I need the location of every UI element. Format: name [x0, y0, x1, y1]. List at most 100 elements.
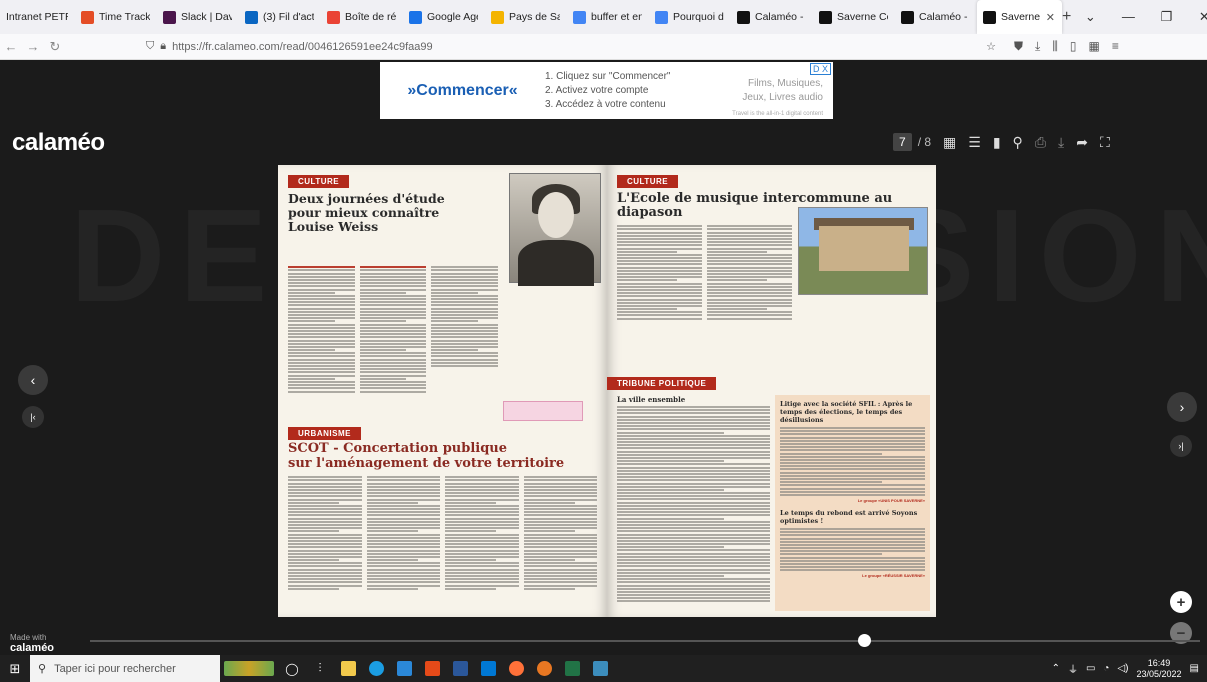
chevron-up-icon[interactable]: ⌃ — [1052, 663, 1060, 674]
grid-view-icon[interactable]: ▦ — [943, 134, 956, 151]
browser-tab[interactable]: Saverne Coul ✕ — [977, 0, 1062, 34]
address-bar[interactable]: ⛉ 🔒︎ https://fr.calameo.com/read/0046126… — [146, 36, 996, 58]
clock-date: 23/05/2022 — [1136, 668, 1182, 679]
share-icon[interactable]: ➦ — [1076, 134, 1088, 151]
store-icon[interactable] — [390, 655, 418, 682]
new-tab-button[interactable]: + — [1062, 8, 1071, 26]
next-page-button[interactable]: › — [1167, 392, 1197, 422]
office-icon[interactable] — [418, 655, 446, 682]
wifi-icon[interactable]: ◔ — [1103, 663, 1109, 674]
fullscreen-icon[interactable]: ⛶ — [1100, 134, 1110, 151]
browser-tab[interactable]: Slack | David R. — [157, 0, 239, 34]
browser-tab[interactable]: Calaméo - Saver — [895, 0, 977, 34]
browser-tab[interactable]: Boîte de réceptio — [321, 0, 403, 34]
network-icon[interactable]: ⏚ — [1068, 661, 1078, 676]
volume-icon[interactable]: ◁) — [1117, 663, 1128, 674]
made-with-badge[interactable]: Made with calaméo — [10, 633, 54, 654]
reload-button[interactable]: ↻ — [44, 39, 66, 55]
text-line — [617, 552, 770, 555]
text-line — [288, 317, 355, 320]
text-line — [523, 530, 575, 533]
browser-tab[interactable]: Intranet PETR — [0, 0, 75, 34]
taskbar-search-input[interactable]: ⚲ Taper ici pour rechercher — [30, 655, 220, 682]
text-line — [288, 485, 362, 488]
text-line — [617, 444, 770, 447]
browser-tab[interactable]: buffer et envelop — [567, 0, 649, 34]
text-line — [617, 298, 702, 301]
text-line — [445, 514, 519, 517]
text-line — [445, 501, 497, 504]
viewer-toolbar: 7 / 8 ▦ ☰ ▮ ⚲ ⎙ ⤓ ➦ ⛶ — [893, 128, 1110, 156]
windows-start-icon[interactable]: ⊞ — [0, 661, 30, 677]
browser-tab[interactable]: Pays de Saverne — [485, 0, 567, 34]
text-line — [359, 317, 427, 320]
print-icon[interactable]: ⎙ — [1035, 134, 1046, 151]
text-line — [780, 439, 925, 442]
browser-tab[interactable]: (3) Fil d'actualité — [239, 0, 321, 34]
text-line — [288, 329, 355, 332]
browser-tab[interactable]: Pourquoi diltatic — [649, 0, 731, 34]
chevron-down-icon[interactable]: ⌄ — [1071, 9, 1109, 25]
photos-icon[interactable] — [586, 655, 614, 682]
widgets-icon[interactable]: ⫶ — [306, 655, 334, 682]
pink-note — [503, 401, 583, 421]
text-line — [445, 517, 519, 520]
text-line — [617, 311, 702, 314]
minimize-button[interactable]: — — [1109, 9, 1147, 25]
sidebar-icon[interactable]: ▯ — [1070, 39, 1077, 54]
file-explorer-icon[interactable] — [334, 655, 362, 682]
browser-tab[interactable]: Time Tracker - Ti — [75, 0, 157, 34]
back-button[interactable]: ← — [0, 39, 22, 54]
maximize-button[interactable]: ❐ — [1147, 9, 1185, 25]
app-icon[interactable] — [530, 655, 558, 682]
text-line — [288, 358, 355, 361]
download-icon[interactable]: ⤓ — [1035, 39, 1040, 54]
page-number-input[interactable]: 7 — [893, 133, 912, 151]
close-window-button[interactable]: ✕ — [1185, 9, 1207, 25]
notification-icon[interactable]: ▤ — [1190, 663, 1199, 674]
battery-icon[interactable]: ▭ — [1086, 663, 1095, 674]
forward-button[interactable]: → — [22, 39, 44, 54]
outlook-icon[interactable] — [474, 655, 502, 682]
menu-icon[interactable]: ≡ — [1112, 39, 1119, 54]
text-line — [780, 442, 925, 445]
search-icon[interactable]: ⚲ — [1013, 134, 1023, 151]
text-line — [617, 425, 770, 428]
browser-tab[interactable]: Google Agenda — [403, 0, 485, 34]
word-icon[interactable] — [446, 655, 474, 682]
toc-icon[interactable]: ☰ — [968, 134, 981, 151]
text-line — [523, 552, 597, 555]
article-headline: SCOT - Concertation publique sur l'aména… — [288, 441, 564, 471]
close-tab-icon[interactable]: ✕ — [1046, 11, 1055, 24]
library-icon[interactable]: ⫼ — [1052, 39, 1058, 54]
firefox-icon[interactable] — [502, 655, 530, 682]
text-line — [523, 482, 597, 485]
previous-page-button[interactable]: ‹ — [18, 365, 48, 395]
browser-tab[interactable]: Calaméo - Saver — [731, 0, 813, 34]
excel-icon[interactable] — [558, 655, 586, 682]
text-line — [523, 533, 597, 536]
calameo-logo[interactable]: calaméo — [12, 129, 105, 157]
taskbar-clock[interactable]: 16:49 23/05/2022 — [1137, 658, 1182, 680]
book-icon[interactable]: ▮ — [993, 134, 1001, 151]
text-line — [359, 326, 427, 329]
page-slider-track[interactable] — [90, 640, 1200, 642]
ad-close-icon[interactable]: D X — [809, 63, 831, 75]
browser-tab[interactable]: Saverne Couleur — [813, 0, 895, 34]
headline-line: Deux journées d'étude — [288, 191, 445, 206]
ad-banner[interactable]: »Commencer« 1. Cliquez sur "Commencer" 2… — [380, 62, 833, 119]
last-page-button[interactable]: ›| — [1170, 435, 1192, 457]
taskbar-banner-icon[interactable] — [220, 655, 278, 682]
task-view-icon[interactable]: ◯ — [278, 655, 306, 682]
zoom-in-button[interactable]: + — [1170, 591, 1192, 613]
bookmark-star-icon[interactable]: ☆ — [986, 40, 996, 53]
download-icon[interactable]: ⤓ — [1058, 134, 1064, 151]
first-page-button[interactable]: |‹ — [22, 406, 44, 428]
pocket-icon[interactable]: ⛊ — [1014, 39, 1023, 54]
text-line — [780, 436, 925, 439]
grid-icon[interactable]: ▦ — [1088, 39, 1099, 54]
magazine-spread[interactable]: CULTURE Deux journées d'étude pour mieux… — [278, 165, 936, 617]
page-slider-thumb[interactable] — [857, 634, 871, 647]
ad-cta[interactable]: »Commencer« — [380, 82, 545, 100]
edge-icon[interactable] — [362, 655, 390, 682]
